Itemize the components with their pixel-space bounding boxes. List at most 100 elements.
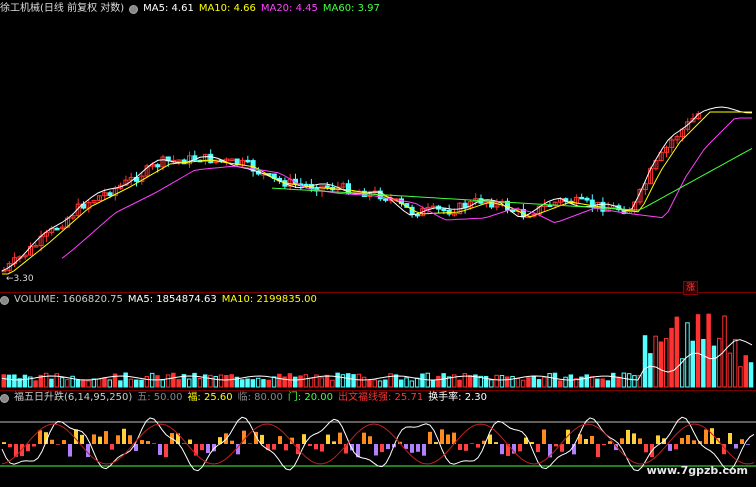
volume-bar [330,379,335,388]
indicator-bar [608,441,612,444]
indicator-bar [434,442,438,444]
volume-bar [536,379,542,388]
volume-bar [351,374,356,388]
indicator-bar [368,436,372,444]
volume-bar [653,335,658,388]
indicator-bar [74,429,78,444]
volume-bar [457,379,462,388]
volume-bar [695,314,701,388]
indicator-bar [164,444,168,458]
volume-bar [165,374,171,388]
volume-bar [510,375,515,388]
volume-bar [542,376,547,388]
volume-bar [563,376,568,388]
indicator-bar [446,434,450,444]
volume-bar [81,379,86,388]
volume-bar [298,375,303,388]
indicator-bar [326,434,330,444]
indicator-bar [158,444,162,455]
indicator-bar [584,438,588,444]
volume-bar [213,376,218,388]
indicator-bar [122,428,126,444]
volume-bar [102,377,107,388]
indicator-bar [272,444,276,450]
volume-bar [282,376,287,388]
indicator-bar [422,444,426,456]
indicator-bar [338,432,342,444]
indicator-bar [416,444,420,452]
volume-bar [96,378,102,388]
indicator-bar [380,444,384,453]
indicator-bar [632,433,636,444]
volume-bar [462,373,468,388]
volume-bar [356,373,362,388]
volume-bar [75,379,81,388]
volume-bar [240,379,245,388]
volume-bar [674,316,680,388]
volume-bar [377,380,383,388]
volume-bar [6,374,12,388]
volume-bar [361,376,367,388]
volume-bar [743,355,748,388]
volume-bar [616,376,621,388]
indicator-bar [62,440,66,444]
volume-bar [250,379,256,388]
volume-bar [706,313,711,388]
indicator-bar [626,429,630,444]
volume-bar [738,366,743,388]
indicator-bar [206,444,210,453]
indicator-bar [554,444,558,447]
candle-body [414,213,420,217]
indicator-bar [230,440,234,444]
indicator-bar [98,436,102,444]
volume-bar [293,376,298,388]
volume-bar [86,380,91,388]
indicator-bar [686,435,690,444]
volume-bar [399,379,404,388]
volume-bar [552,372,558,388]
indicator-bar [518,444,522,452]
candle-body [54,227,60,231]
volume-bar [727,352,733,388]
volume-bar [669,327,674,388]
volume-bar [1,374,6,388]
volume-bar [383,379,388,388]
volume-bar [626,373,632,388]
indicator-bar [536,444,540,453]
volume-bar [589,376,595,388]
volume-bar [277,373,282,388]
candle-body [579,196,585,200]
volume-bar [648,353,653,388]
volume-bar [160,379,165,388]
indicator-bar [320,444,324,452]
volume-bar [515,378,521,388]
candle-body [245,159,251,163]
volume-bar [404,377,409,388]
volume-bar [12,374,17,388]
ma20-line [61,117,752,259]
volume-bar [70,375,75,388]
volume-bar [128,378,134,388]
indicator-bar [740,439,744,444]
volume-bar [107,379,112,388]
volume-bar [584,374,589,388]
volume-bar [187,378,192,388]
volume-bar [367,379,372,388]
indicator-bar [56,444,60,445]
indicator-bar [362,432,366,444]
indicator-bar [746,444,750,445]
volume-bar [139,379,144,388]
volume-bar [176,379,181,388]
volume-bar [611,372,616,388]
volume-bar [642,335,648,388]
volume-bar [409,380,415,388]
indicator-bar [596,444,600,458]
volume-bar [224,375,229,388]
indicator-bar [8,444,12,448]
volume-bar [658,341,664,388]
volume-bar [319,377,324,388]
candle-body [229,158,235,162]
candle-body [324,185,330,188]
volume-bar [303,374,309,388]
limit-up-tag: 涨 [683,281,699,295]
